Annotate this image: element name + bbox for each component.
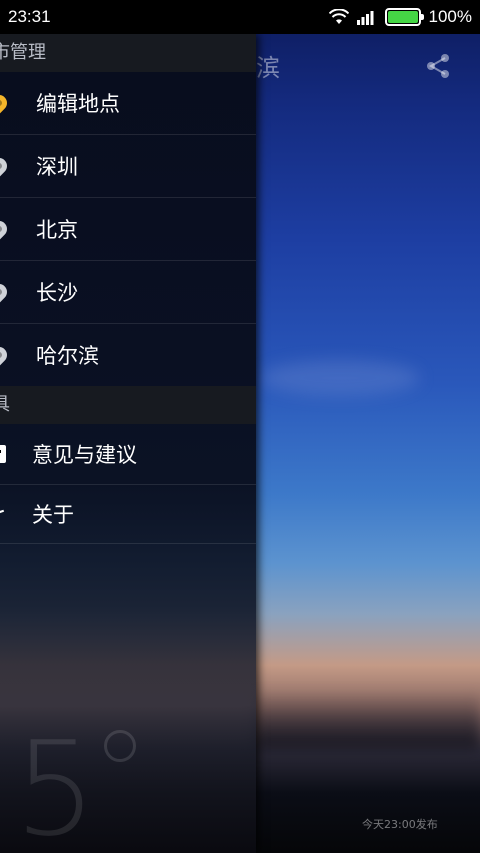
- city-title: 滨: [256, 54, 280, 82]
- share-icon[interactable]: [424, 52, 452, 80]
- drawer-item-edit-locations[interactable]: 编辑地点: [0, 72, 256, 135]
- signal-icon: [356, 11, 374, 25]
- battery-icon: [384, 8, 424, 26]
- ghost-temperature: 5: [14, 713, 97, 853]
- pin-icon: [0, 154, 11, 178]
- wifi-icon: [328, 9, 349, 24]
- pin-icon: [0, 280, 11, 304]
- drawer-item-label: 编辑地点: [36, 92, 120, 116]
- pin-icon: [0, 217, 11, 241]
- feedback-icon: [0, 445, 6, 463]
- drawer-item-city-changsha[interactable]: 长沙: [0, 261, 256, 324]
- navigation-drawer: 5 市管理 编辑地点 深圳 北京 长沙 哈尔滨 具 意见与建议 关于: [0, 34, 256, 853]
- drawer-item-label: 关于: [32, 503, 74, 527]
- section-tools: 具: [0, 386, 256, 424]
- section-city-management: 市管理: [0, 34, 256, 72]
- tree-silhouette: [255, 690, 480, 750]
- status-right: 100%: [328, 7, 472, 27]
- cloud-haze: [260, 360, 420, 396]
- pin-active-icon: [0, 91, 11, 115]
- status-time: 23:31: [8, 7, 51, 26]
- drawer-item-label: 深圳: [36, 155, 78, 179]
- status-bar: 23:31 100%: [0, 0, 480, 34]
- pin-icon: [0, 343, 11, 367]
- drawer-item-label: 北京: [36, 218, 78, 242]
- drawer-item-label: 哈尔滨: [36, 344, 99, 368]
- about-icon: [0, 509, 5, 515]
- battery-percent: 100%: [428, 7, 472, 26]
- drawer-item-city-shenzhen[interactable]: 深圳: [0, 135, 256, 198]
- publish-time-note: 今天23:00发布: [362, 818, 438, 831]
- drawer-item-label: 意见与建议: [32, 443, 137, 467]
- drawer-item-feedback[interactable]: 意见与建议: [0, 424, 256, 485]
- drawer-item-about[interactable]: 关于: [0, 485, 256, 544]
- drawer-item-city-beijing[interactable]: 北京: [0, 198, 256, 261]
- drawer-item-city-harbin[interactable]: 哈尔滨: [0, 324, 256, 386]
- ghost-degree-icon: [104, 730, 136, 762]
- drawer-item-label: 长沙: [36, 281, 78, 305]
